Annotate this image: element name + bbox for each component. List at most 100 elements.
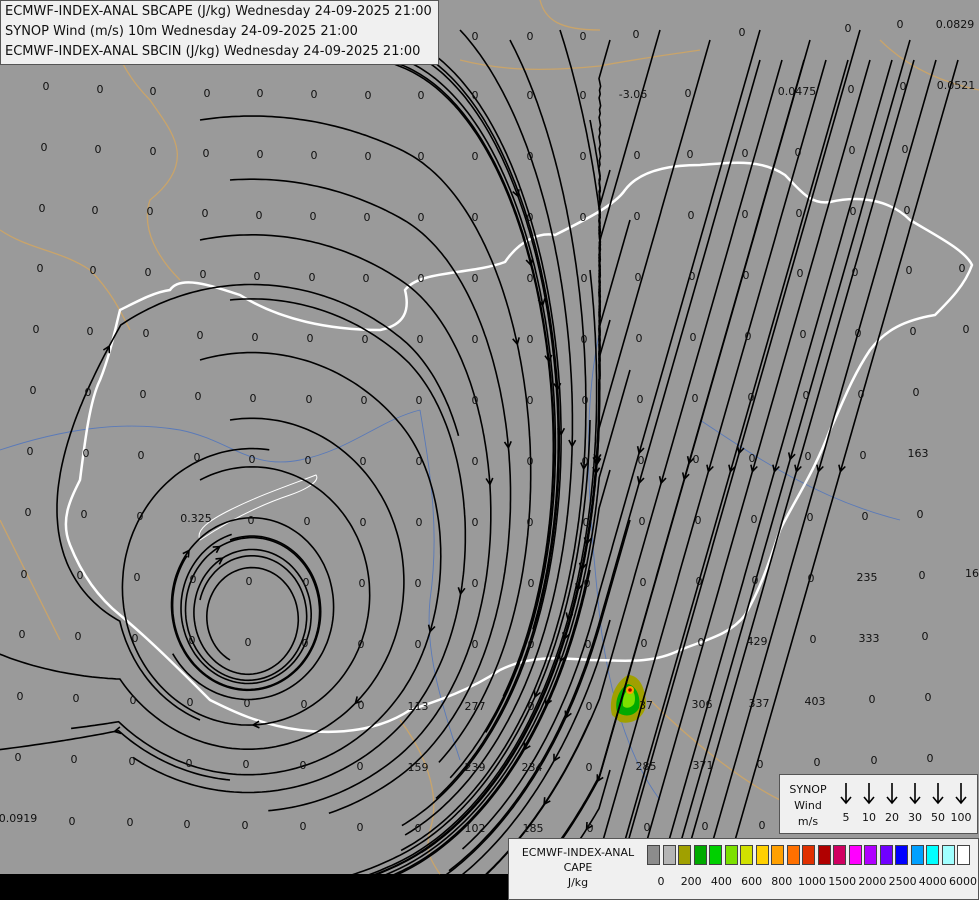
cape-color-swatch — [833, 845, 846, 865]
sbcape-value-label: 0 — [527, 211, 534, 224]
title-synop-wind: SYNOP Wind (m/s) 10m Wednesday 24-09-202… — [5, 24, 358, 39]
sbcape-value-label: 0 — [147, 205, 154, 218]
sbcape-value-label: 0 — [244, 697, 251, 710]
synop-wind-legend: SYNOP Wind m/s 5 10 20 30 50 100 — [779, 774, 978, 834]
sbcape-value-label: 0 — [189, 634, 196, 647]
wind-arrow-icon — [840, 783, 852, 805]
sbcape-value-label: 0 — [528, 700, 535, 713]
sbcape-value-label: 0 — [33, 323, 40, 336]
sbcape-value-label: 0 — [416, 455, 423, 468]
sbcape-value-label: 0 — [640, 576, 647, 589]
sbcape-value-label: 0 — [580, 89, 587, 102]
cape-tick-label: 4000 — [918, 875, 947, 888]
sbcape-value-label: 0 — [71, 753, 78, 766]
sbcape-value-label: 0 — [637, 393, 644, 406]
sbcape-value-label: 0 — [41, 141, 48, 154]
sbcape-value-label: 306 — [692, 698, 713, 711]
sbcape-value-label: 0 — [586, 700, 593, 713]
cape-legend-line1: ECMWF-INDEX-ANAL — [521, 846, 635, 859]
sbcape-value-label: 0 — [702, 820, 709, 833]
sbcape-value-label: 0 — [257, 148, 264, 161]
sbcape-value-label: 0 — [639, 515, 646, 528]
cape-color-swatch — [817, 845, 831, 865]
sbcape-value-label: 0 — [814, 756, 821, 769]
sbcape-value-label: 0 — [256, 209, 263, 222]
sbcape-value-label: 0 — [304, 515, 311, 528]
sbcape-value-label: 0 — [871, 754, 878, 767]
sbcape-value-label: 0 — [528, 577, 535, 590]
cape-legend-title: ECMWF-INDEX-ANAL CAPE J/kg — [513, 845, 643, 890]
sbcape-value-label: 0 — [796, 207, 803, 220]
sbcape-value-label: 0 — [634, 149, 641, 162]
sbcape-value-label: 0 — [39, 202, 46, 215]
sbcape-value-label: 0 — [73, 692, 80, 705]
synop-legend-value: 20 — [885, 811, 899, 824]
sbcape-value-label: 0 — [742, 208, 749, 221]
sbcape-value-label: 0 — [137, 510, 144, 523]
sbcape-value-label: 0 — [904, 204, 911, 217]
sbcape-value-label: 0 — [245, 636, 252, 649]
sbcape-value-label: 371 — [693, 759, 714, 772]
sbcape-value-label: 0 — [186, 757, 193, 770]
sbcape-value-label: 0 — [306, 393, 313, 406]
sbcape-value-label: 0 — [150, 145, 157, 158]
sbcape-value-label: 0 — [858, 388, 865, 401]
sbcape-value-label: 0 — [689, 270, 696, 283]
sbcape-value-label: 0 — [925, 691, 932, 704]
sbcape-value-label: 0 — [751, 513, 758, 526]
sbcape-value-label: 0 — [77, 569, 84, 582]
cape-tick-label: 2000 — [858, 875, 887, 888]
sbcape-value-label: 0 — [95, 143, 102, 156]
cape-tick-label: 400 — [710, 875, 732, 888]
sbcape-value-label: 0 — [140, 388, 147, 401]
sbcape-value-label: 0 — [910, 325, 917, 338]
sbcape-value-label: 0 — [30, 384, 37, 397]
synop-legend-value: 100 — [950, 811, 972, 824]
sbcape-value-label: 0 — [808, 572, 815, 585]
sbcape-value-label: 0 — [752, 574, 759, 587]
cape-color-swatch — [957, 845, 970, 865]
sbcape-value-label: 113 — [408, 700, 429, 713]
sbcape-value-label: 0 — [919, 569, 926, 582]
cape-color-swatch — [786, 845, 800, 865]
sbcape-value-label: 0 — [759, 819, 766, 832]
sbcape-value-label: 0 — [357, 760, 364, 773]
sbcape-value-label: 0 — [415, 822, 422, 835]
weather-map[interactable]: 0 0 0 0 0 0 0 0.0829 0 0 0 0 0 0 0 0 0 0 0 -3.06 0 0.0475 0 0 0.… — [0, 0, 979, 900]
sbcape-value-label: 0 — [365, 89, 372, 102]
sbcape-value-label: 0 — [254, 270, 261, 283]
cape-color-swatch — [926, 845, 939, 865]
cape-color-swatch — [647, 845, 660, 865]
cape-tick-label: 600 — [741, 875, 763, 888]
sbcape-value-label: 239 — [465, 761, 486, 774]
synop-legend-value: 50 — [931, 811, 945, 824]
sbcape-value-label: 0 — [194, 451, 201, 464]
sbcape-value-label: 0 — [472, 394, 479, 407]
sbcape-value-label: 0 — [25, 506, 32, 519]
cape-color-legend: ECMWF-INDEX-ANAL CAPE J/kg 0 200 400 600 800… — [508, 838, 979, 900]
sbcape-value-label: 403 — [805, 695, 826, 708]
sbcape-value-label: 0 — [15, 751, 22, 764]
cape-color-swatch — [693, 845, 707, 865]
sbcape-value-label: 0 — [248, 514, 255, 527]
sbcape-value-label: 0 — [685, 87, 692, 100]
sbcape-value-label: 0 — [190, 573, 197, 586]
sbcape-value-label: 0 — [362, 333, 369, 346]
sbcape-value-label: 0 — [21, 568, 28, 581]
sbcape-value-label: 0 — [416, 516, 423, 529]
sbcape-value-label: 0 — [195, 390, 202, 403]
sbcape-value-label: 0 — [638, 454, 645, 467]
cape-tick-label: 1000 — [798, 875, 826, 888]
sbcape-value-label: 0 — [636, 332, 643, 345]
sbcape-value-label: 0.0919 — [0, 812, 37, 825]
sbcape-value-label: 0 — [130, 694, 137, 707]
sbcape-value-label: 0 — [472, 150, 479, 163]
sbcape-value-label: 0 — [742, 147, 749, 160]
sbcape-value-label: 0 — [75, 630, 82, 643]
sbcape-value-label: 0 — [690, 331, 697, 344]
sbcape-value-label: 0 — [743, 269, 750, 282]
sbcape-value-label: 0 — [800, 328, 807, 341]
sbcape-value-label: 0 — [644, 821, 651, 834]
cape-color-swatch — [879, 845, 893, 865]
sbcape-value-label: 0 — [303, 576, 310, 589]
